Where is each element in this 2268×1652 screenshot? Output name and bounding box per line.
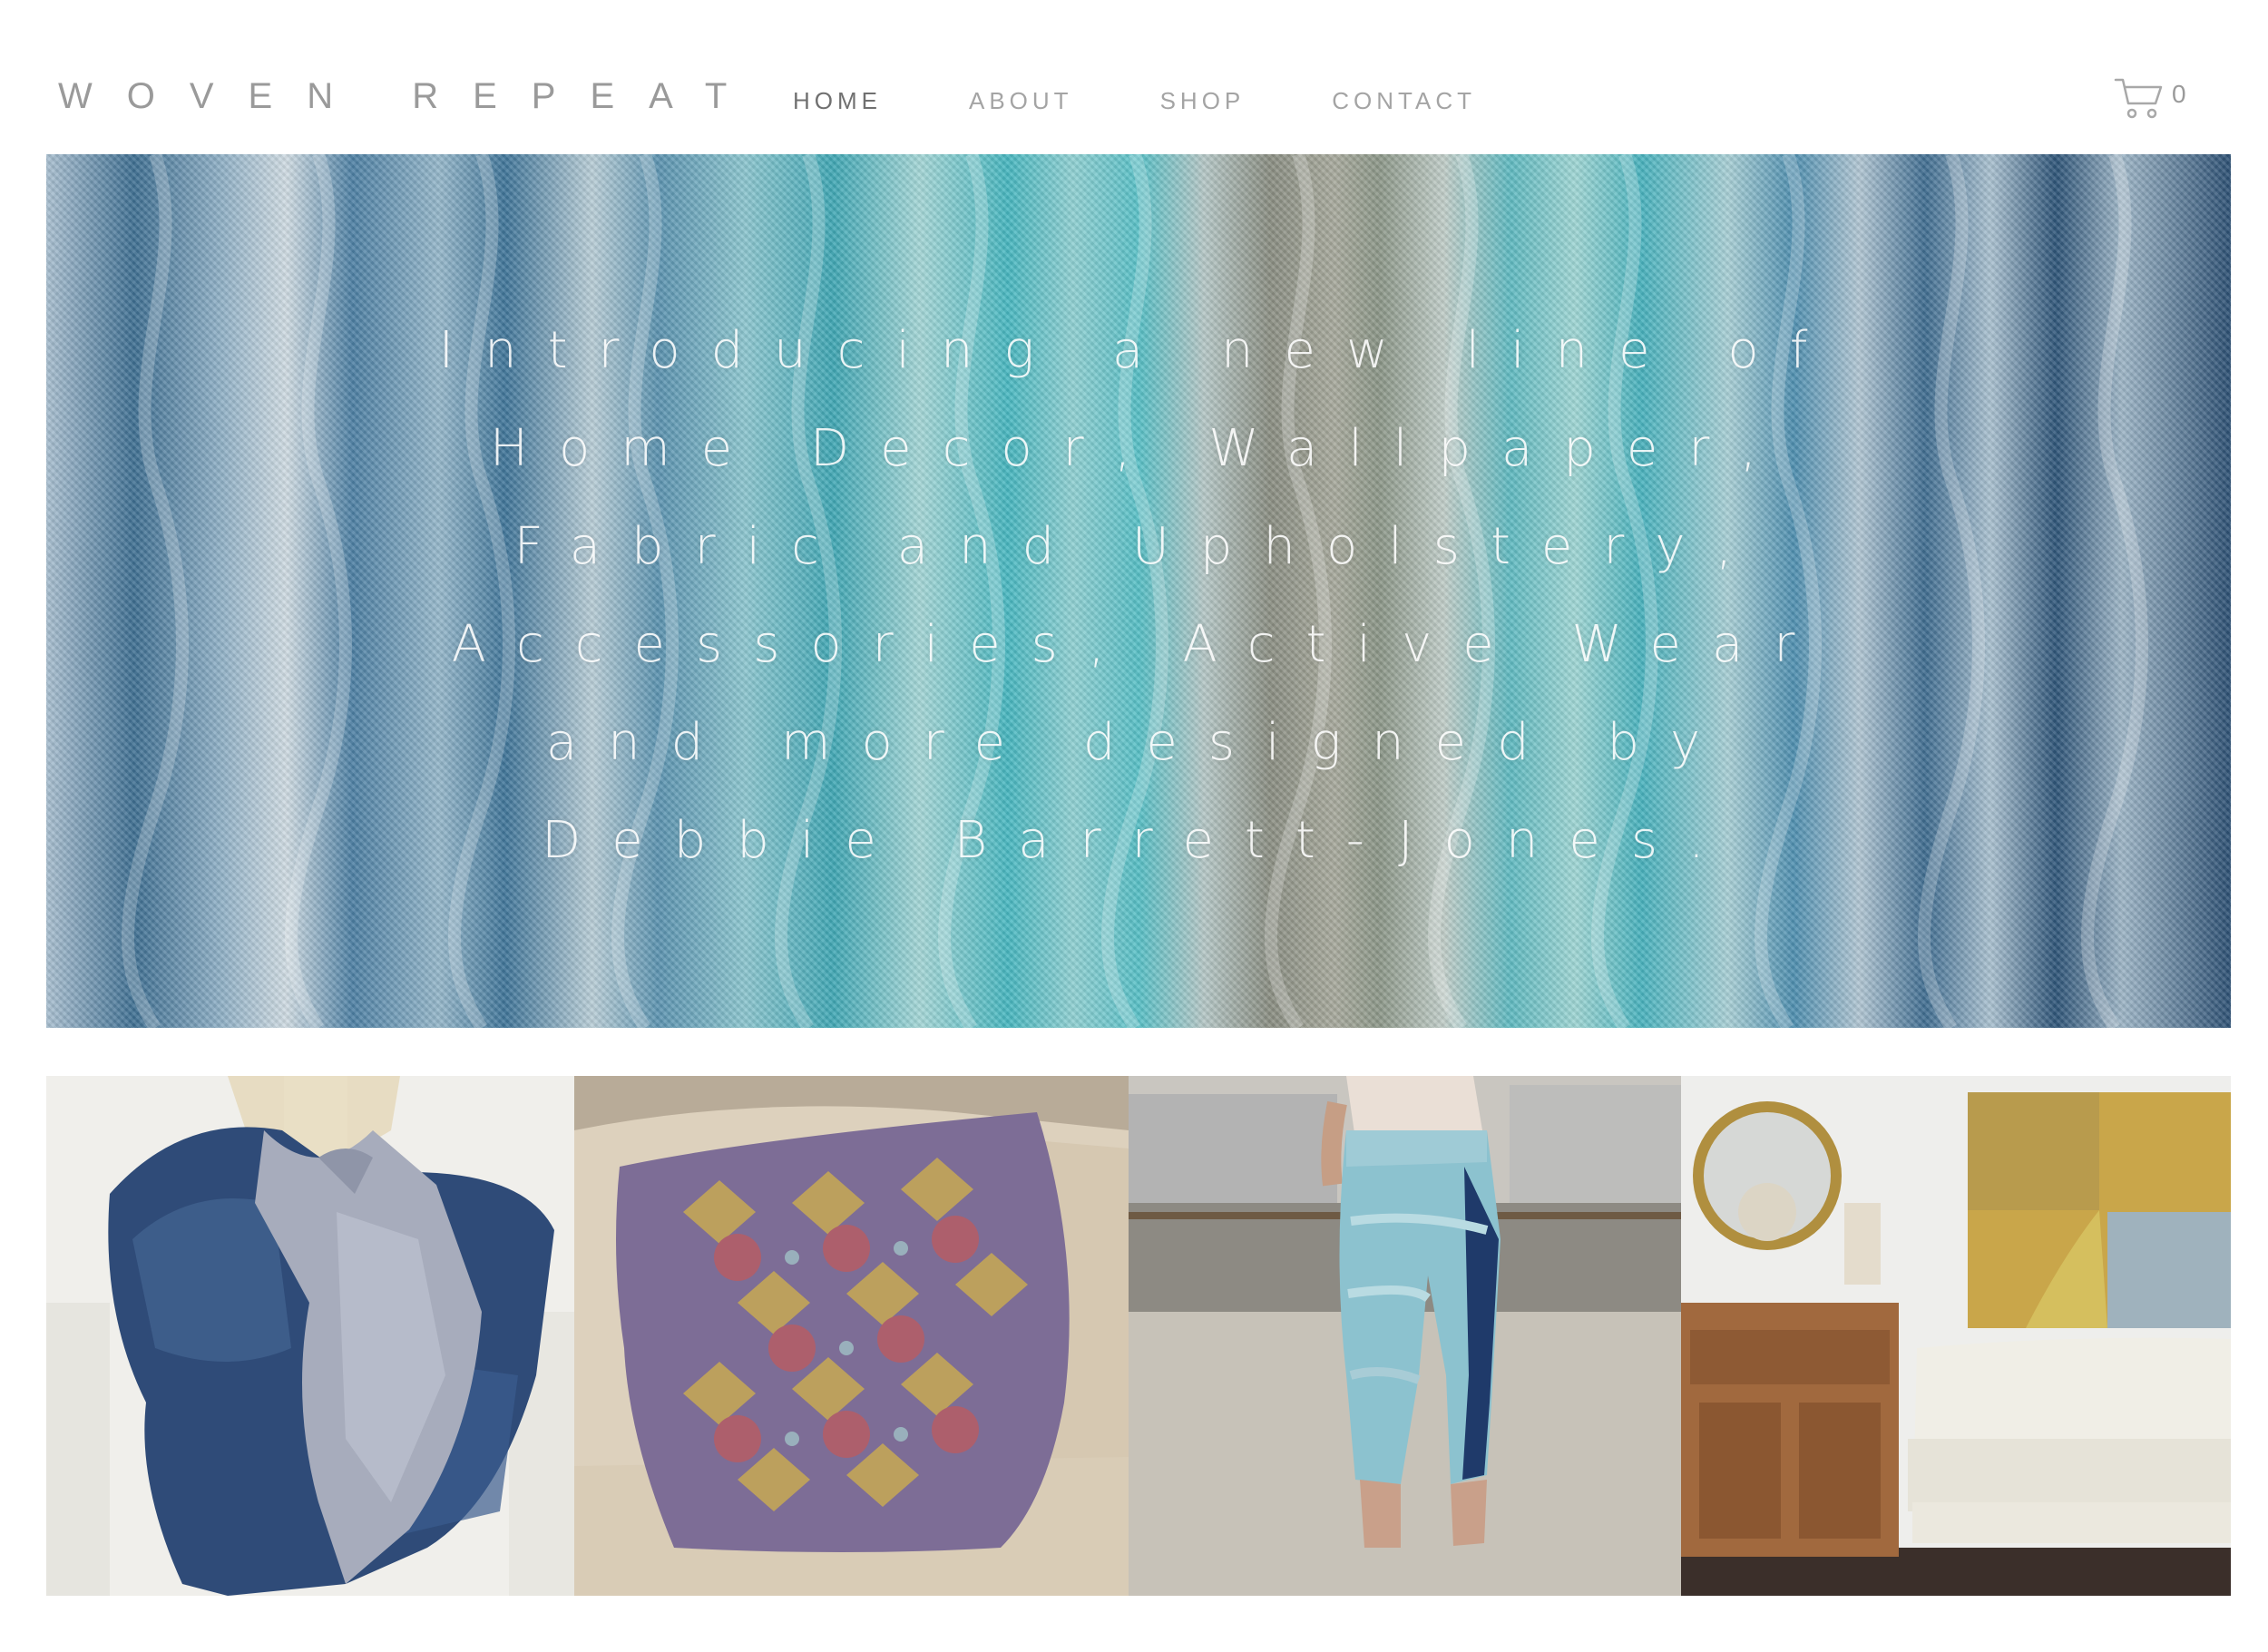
hero-line: Introducing a new line of bbox=[438, 320, 1839, 380]
site-header: WOVEN REPEAT HOME ABOUT SHOP CONTACT 0 bbox=[0, 0, 2268, 154]
hero-banner: Introducing a new line of Home Decor, Wa… bbox=[46, 154, 2231, 1028]
room-photo bbox=[1681, 1076, 2231, 1596]
scarf-photo bbox=[46, 1076, 574, 1596]
hero-line: Debbie Barrett-Jones. bbox=[542, 810, 1735, 870]
gallery-tile-pillow[interactable] bbox=[574, 1076, 1129, 1596]
gallery-tile-leggings[interactable] bbox=[1129, 1076, 1681, 1596]
gallery-tile-scarf[interactable] bbox=[46, 1076, 574, 1596]
leggings-photo bbox=[1129, 1076, 1681, 1596]
nav-item-about[interactable]: ABOUT bbox=[969, 87, 1073, 115]
site-logo[interactable]: WOVEN REPEAT bbox=[58, 76, 761, 117]
cart-count: 0 bbox=[2172, 80, 2186, 108]
nav-item-home[interactable]: HOME bbox=[793, 87, 882, 115]
cart-icon bbox=[2114, 76, 2166, 126]
hero-line: Fabric and Upholstery, bbox=[513, 516, 1764, 576]
hero-line: and more designed by bbox=[545, 712, 1732, 772]
cart-button[interactable]: 0 bbox=[2114, 76, 2186, 126]
product-gallery bbox=[46, 1076, 2231, 1596]
pillow-photo bbox=[574, 1076, 1129, 1596]
hero-headline: Introducing a new line of Home Decor, Wa… bbox=[46, 154, 2231, 1028]
hero-line: Home Decor, Wallpaper, bbox=[489, 418, 1788, 478]
main-nav: HOME ABOUT SHOP CONTACT bbox=[793, 87, 1563, 115]
hero-line: Accessories, Active Wear bbox=[451, 614, 1826, 674]
nav-item-shop[interactable]: SHOP bbox=[1160, 87, 1246, 115]
nav-item-contact[interactable]: CONTACT bbox=[1332, 87, 1476, 115]
gallery-tile-room[interactable] bbox=[1681, 1076, 2231, 1596]
